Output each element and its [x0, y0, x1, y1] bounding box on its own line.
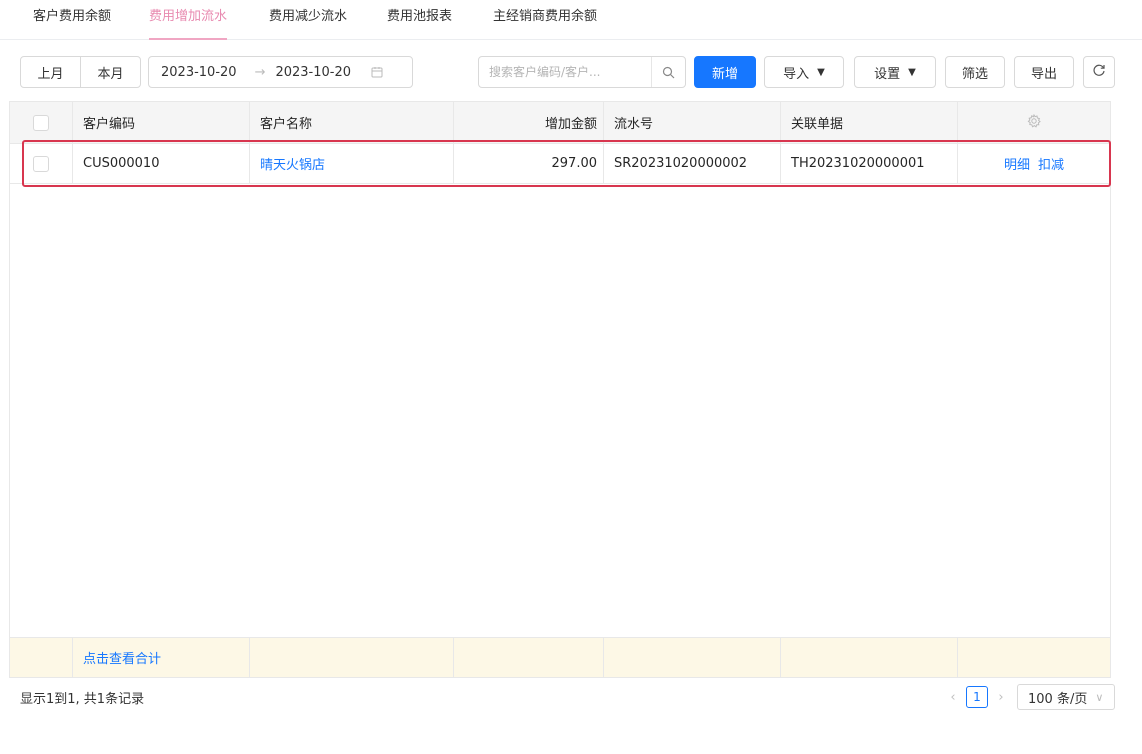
- view-total-link[interactable]: 点击查看合计: [73, 648, 161, 667]
- date-end[interactable]: 2023-10-20: [275, 65, 351, 80]
- tab-bar: 客户费用余额 费用增加流水 费用减少流水 费用池报表 主经销商费用余额: [0, 0, 1142, 40]
- column-settings-gear-icon[interactable]: [1027, 113, 1041, 132]
- import-label: 导入: [783, 66, 810, 82]
- footer-cell: [454, 638, 604, 677]
- header-select-cell: [10, 102, 73, 143]
- table-row[interactable]: CUS000010 晴天火锅店 297.00 SR20231020000002 …: [10, 144, 1110, 184]
- tab-main-dealer-fee-balance[interactable]: 主经销商费用余额: [493, 0, 597, 40]
- table-footer-summary: 点击查看合计: [10, 637, 1110, 677]
- header-customer-code[interactable]: 客户编码: [73, 102, 250, 143]
- footer-cell: [958, 638, 1110, 677]
- calendar-icon[interactable]: [371, 66, 383, 78]
- date-separator: →: [254, 64, 266, 80]
- customer-code: CUS000010: [83, 156, 160, 171]
- page-size-select[interactable]: 100 条/页 ∨: [1017, 684, 1115, 710]
- header-customer-name[interactable]: 客户名称: [250, 102, 454, 143]
- deduct-link[interactable]: 扣减: [1038, 154, 1064, 173]
- tab-fee-decrease-flow[interactable]: 费用减少流水: [269, 0, 347, 40]
- data-table: 客户编码 客户名称 增加金额 流水号 关联单据 CUS000010 晴天火锅店: [9, 101, 1111, 678]
- header-label: 增加金额: [544, 117, 597, 132]
- this-month-button[interactable]: 本月: [80, 57, 140, 87]
- footer-cell: 点击查看合计: [73, 638, 250, 677]
- next-page-icon[interactable]: ›: [994, 684, 1008, 710]
- actions-cell: 明细 扣减: [958, 144, 1110, 183]
- serial-no-cell: SR20231020000002: [604, 144, 781, 183]
- header-serial-no[interactable]: 流水号: [604, 102, 781, 143]
- refresh-icon: [1092, 63, 1106, 81]
- tab-customer-fee-balance[interactable]: 客户费用余额: [33, 0, 111, 40]
- settings-label: 设置: [874, 66, 901, 82]
- add-button[interactable]: 新增: [694, 56, 756, 88]
- customer-name-link[interactable]: 晴天火锅店: [250, 154, 325, 173]
- page-size-value: 100 条/页: [1028, 691, 1088, 707]
- amount-cell: 297.00: [454, 144, 604, 183]
- header-settings-cell: [958, 102, 1110, 143]
- search-input[interactable]: [479, 57, 647, 87]
- tab-fee-increase-flow[interactable]: 费用增加流水: [149, 0, 228, 40]
- customer-name-cell: 晴天火锅店: [250, 144, 454, 183]
- footer-cell: [10, 638, 73, 677]
- filter-button[interactable]: 筛选: [945, 56, 1005, 88]
- row-select-cell: [10, 144, 73, 183]
- refresh-button[interactable]: [1083, 56, 1115, 88]
- related-doc: TH20231020000001: [791, 156, 925, 171]
- header-related-doc[interactable]: 关联单据: [781, 102, 958, 143]
- prev-page-icon[interactable]: ‹: [946, 684, 960, 710]
- page-number-current[interactable]: 1: [966, 686, 988, 708]
- search-box: [478, 56, 686, 88]
- date-start[interactable]: 2023-10-20: [161, 65, 237, 80]
- caret-down-icon: ▼: [817, 66, 825, 78]
- toolbar: 上月 本月 2023-10-20 → 2023-10-20 新增 导入 ▼ 设置 ▼…: [0, 56, 1142, 92]
- row-checkbox[interactable]: [33, 155, 49, 172]
- detail-link[interactable]: 明细: [1004, 154, 1030, 173]
- header-label: 关联单据: [791, 117, 844, 132]
- prev-month-button[interactable]: 上月: [21, 57, 80, 87]
- header-label: 客户名称: [260, 117, 313, 132]
- related-doc-cell: TH20231020000001: [781, 144, 958, 183]
- caret-down-icon: ▼: [908, 66, 916, 78]
- settings-button[interactable]: 设置 ▼: [854, 56, 936, 88]
- footer-cell: [604, 638, 781, 677]
- header-amount[interactable]: 增加金额: [454, 102, 604, 143]
- footer-cell: [250, 638, 454, 677]
- tab-fee-pool-report[interactable]: 费用池报表: [387, 0, 452, 40]
- month-switch-group: 上月 本月: [20, 56, 141, 88]
- header-label: 流水号: [614, 117, 654, 132]
- footer-cell: [781, 638, 958, 677]
- table-header: 客户编码 客户名称 增加金额 流水号 关联单据: [10, 102, 1110, 144]
- search-icon[interactable]: [651, 57, 685, 87]
- chevron-down-icon: ∨: [1095, 690, 1104, 704]
- header-label: 客户编码: [83, 117, 136, 132]
- customer-code-cell: CUS000010: [73, 144, 250, 183]
- date-range-picker[interactable]: 2023-10-20 → 2023-10-20: [148, 56, 413, 88]
- amount: 297.00: [551, 156, 598, 171]
- serial-no: SR20231020000002: [614, 156, 748, 171]
- export-button[interactable]: 导出: [1014, 56, 1074, 88]
- pagination-info: 显示1到1, 共1条记录: [20, 692, 145, 707]
- select-all-checkbox[interactable]: [33, 114, 49, 131]
- import-button[interactable]: 导入 ▼: [764, 56, 844, 88]
